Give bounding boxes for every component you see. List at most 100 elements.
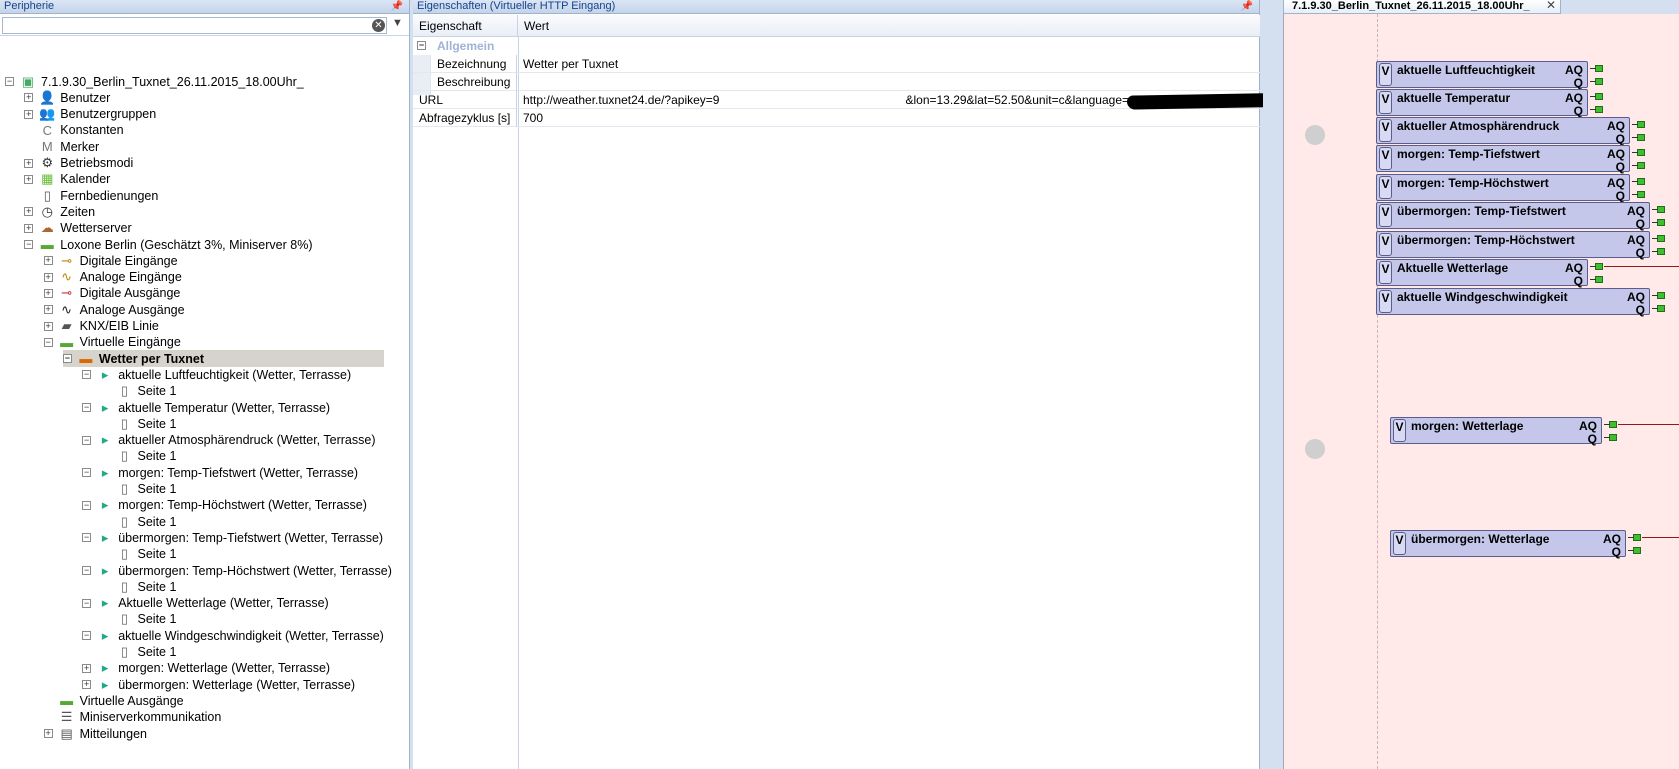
output-pin-q[interactable]	[1652, 305, 1665, 312]
output-pin-q[interactable]	[1604, 434, 1617, 441]
expand-icon[interactable]: +	[24, 207, 34, 217]
collapse-icon[interactable]: −	[5, 77, 14, 86]
virtual-input-block[interactable]: Vmorgen: Wetterlage AQ Q	[1390, 417, 1602, 446]
tree-item[interactable]: + ▰ KNX/EIB Linie	[43, 318, 159, 335]
tree-item[interactable]: − ▸ übermorgen: Temp-Tiefstwert (Wetter, T…	[82, 529, 383, 546]
virtual-input-block[interactable]: V Aktuelle Wetterlage AQ Q	[1376, 259, 1588, 288]
expand-icon[interactable]: +	[43, 272, 53, 282]
tree-item[interactable]: + ☁ Wetterserver	[24, 220, 132, 237]
collapse-icon[interactable]: −	[62, 354, 72, 364]
tree-item[interactable]: + ⊸ Digitale Ausgänge	[43, 285, 180, 302]
collapse-icon[interactable]: −	[82, 533, 92, 543]
tree-item[interactable]: + 👤 Benutzer	[24, 89, 110, 106]
virtual-input-block[interactable]: Vübermorgen: Temp-Tiefstwert AQ Q	[1376, 202, 1650, 231]
tree-item[interactable]: ▯ Seite 1	[102, 481, 177, 498]
tree-item[interactable]: − ▸ übermorgen: Temp-Höchstwert (Wetter, T…	[82, 562, 392, 579]
tree-item[interactable]: ▯ Seite 1	[102, 611, 177, 628]
output-pin-aq[interactable]	[1604, 421, 1617, 428]
expand-icon[interactable]: +	[43, 729, 53, 738]
tree-item[interactable]: ▯ Seite 1	[102, 578, 177, 595]
expand-icon[interactable]: +	[82, 680, 92, 690]
collapse-icon[interactable]: −	[24, 240, 34, 249]
category-row-allgemein[interactable]: − Allgemein	[413, 37, 1260, 55]
tree-item[interactable]: − ▸ aktuelle Windgeschwindigkeit (Wetter, …	[82, 627, 384, 644]
clear-search-icon[interactable]: ✕	[372, 19, 385, 32]
column-header-property[interactable]: Eigenschaft	[413, 15, 518, 37]
tree-item[interactable]: − ▸ aktuelle Temperatur (Wetter, Terrasse)	[82, 399, 330, 416]
output-pin-aq[interactable]	[1590, 263, 1603, 270]
connection-wire[interactable]	[1642, 537, 1679, 538]
virtual-input-block[interactable]: Vübermorgen: Wetterlage AQ Q	[1390, 530, 1626, 559]
output-pin-aq[interactable]	[1652, 292, 1665, 299]
virtual-input-block[interactable]: Vaktueller Atmosphärendruck AQ Q	[1376, 117, 1630, 146]
tree-item[interactable]: ▯ Seite 1	[102, 513, 177, 530]
tree-item[interactable]: − ▣ 7.1.9.30_Berlin_Tuxnet_26.11.2015_18.0…	[5, 73, 304, 90]
tree-item[interactable]: − ▸ aktueller Atmosphärendruck (Wetter, Te…	[82, 432, 375, 449]
virtual-input-block[interactable]: Vmorgen: Temp-Höchstwert AQ Q	[1376, 174, 1630, 203]
pin-icon[interactable]: 📌	[391, 0, 403, 13]
output-pin-q[interactable]	[1590, 106, 1603, 113]
tree-item[interactable]: − ▸ Aktuelle Wetterlage (Wetter, Terrasse)	[82, 595, 329, 612]
expand-icon[interactable]: +	[24, 174, 34, 184]
connection-wire[interactable]	[1604, 266, 1679, 267]
tree-item[interactable]: ▯ Seite 1	[102, 644, 177, 661]
output-pin-q[interactable]	[1590, 276, 1603, 283]
logic-canvas[interactable]: Vaktuelle Luftfeuchtigkeit AQ Q Vaktuelle T…	[1283, 14, 1679, 769]
output-pin-q[interactable]	[1590, 78, 1603, 85]
tree-item[interactable]: − ▸ morgen: Temp-Höchstwert (Wetter, Terra…	[82, 497, 367, 514]
expand-icon[interactable]: +	[82, 663, 92, 673]
expand-icon[interactable]: +	[24, 158, 34, 168]
pin-icon[interactable]: 📌	[1241, 0, 1253, 13]
tree-item[interactable]: ☰ Miniserverkommunikation	[44, 709, 222, 726]
tree-item[interactable]: + ∿ Analoge Eingänge	[43, 269, 182, 286]
property-value[interactable]: Wetter per Tuxnet	[518, 55, 618, 73]
tree-item[interactable]: − ▬ Loxone Berlin (Geschätzt 3%, Miniserve…	[24, 236, 312, 253]
output-pin-aq[interactable]	[1652, 235, 1665, 242]
tree-item[interactable]: C Konstanten	[24, 122, 124, 139]
expand-icon[interactable]: +	[24, 109, 34, 119]
output-pin-q[interactable]	[1632, 134, 1645, 141]
collapse-icon[interactable]: −	[82, 631, 92, 641]
collapse-icon[interactable]: −	[417, 41, 426, 50]
tree-item[interactable]: M Merker	[24, 138, 99, 155]
output-pin-aq[interactable]	[1632, 149, 1645, 156]
connection-wire[interactable]	[1618, 424, 1679, 425]
property-row[interactable]: Abfragezyklus [s] 700	[413, 109, 1260, 127]
output-pin-aq[interactable]	[1628, 534, 1641, 541]
expand-icon[interactable]: +	[43, 288, 53, 298]
tree-item-selected[interactable]: − ▬ Wetter per Tuxnet	[62, 350, 384, 368]
property-row[interactable]: Bezeichnung Wetter per Tuxnet	[413, 55, 1260, 73]
expand-icon[interactable]: +	[43, 256, 53, 266]
virtual-input-block[interactable]: Vaktuelle Windgeschwindigkeit AQ Q	[1376, 288, 1650, 317]
virtual-input-block[interactable]: Vmorgen: Temp-Tiefstwert AQ Q	[1376, 145, 1630, 174]
output-pin-q[interactable]	[1632, 191, 1645, 198]
virtual-input-block[interactable]: Vaktuelle Luftfeuchtigkeit AQ Q	[1376, 61, 1588, 90]
chevron-down-icon[interactable]: ▼	[392, 17, 403, 29]
collapse-icon[interactable]: −	[82, 566, 92, 575]
expand-icon[interactable]: +	[43, 305, 53, 315]
property-value[interactable]: http://weather.tuxnet24.de/?apikey=9 &lon…	[518, 91, 1206, 109]
collapse-icon[interactable]: −	[82, 435, 92, 445]
property-row[interactable]: Beschreibung	[413, 73, 1260, 91]
collapse-icon[interactable]: −	[82, 403, 92, 412]
virtual-input-block[interactable]: Vübermorgen: Temp-Höchstwert AQ Q	[1376, 231, 1650, 260]
tree-item[interactable]: + ⊸ Digitale Eingänge	[43, 252, 178, 269]
tree-item[interactable]: + ▦ Kalender	[24, 171, 110, 188]
tree-item[interactable]: ▯ Fernbedienungen	[24, 187, 159, 204]
output-pin-q[interactable]	[1632, 162, 1645, 169]
output-pin-q[interactable]	[1652, 248, 1665, 255]
expand-icon[interactable]: +	[24, 223, 34, 233]
virtual-input-block[interactable]: Vaktuelle Temperatur AQ Q	[1376, 89, 1588, 118]
tree-item[interactable]: ▬ Virtuelle Ausgänge	[44, 692, 184, 709]
collapse-icon[interactable]: −	[82, 500, 92, 510]
tree-item[interactable]: + 👥 Benutzergruppen	[24, 106, 156, 123]
collapse-icon[interactable]: −	[82, 370, 92, 380]
tree-item[interactable]: + ◷ Zeiten	[24, 203, 95, 220]
tree-item[interactable]: + ⚙ Betriebsmodi	[24, 155, 133, 172]
collapse-icon[interactable]: −	[82, 468, 92, 478]
tree-item[interactable]: ▯ Seite 1	[102, 383, 177, 400]
property-value[interactable]: 700	[518, 109, 543, 127]
output-pin-aq[interactable]	[1632, 121, 1645, 128]
tree-item[interactable]: + ▤ Mitteilungen	[43, 725, 147, 742]
tree-item[interactable]: ▯ Seite 1	[102, 546, 177, 563]
